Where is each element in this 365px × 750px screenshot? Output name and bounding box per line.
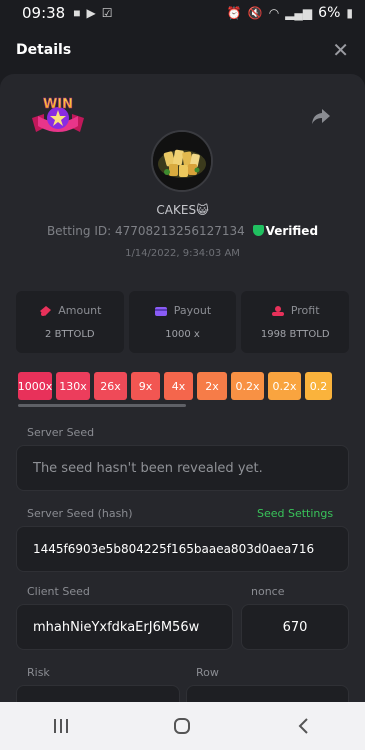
signal-icon: ▂▄▆	[285, 6, 313, 20]
back-icon	[298, 718, 308, 734]
verified-shield-icon	[252, 225, 264, 236]
risk-select[interactable]	[16, 685, 180, 702]
payout-icon	[154, 306, 167, 316]
payout-label: Payout	[173, 304, 212, 317]
multiplier-chip[interactable]: 9x	[131, 372, 160, 400]
share-icon[interactable]	[311, 108, 331, 126]
back-button[interactable]	[284, 711, 324, 741]
amount-card: Amount 2 BTTOLD	[16, 291, 124, 353]
home-icon	[174, 718, 191, 734]
profit-icon	[271, 305, 284, 316]
multiplier-chip[interactable]: 0.2	[305, 372, 332, 400]
verified-label: Verified	[265, 224, 319, 238]
multiplier-chip[interactable]: 4x	[164, 372, 193, 400]
multiplier-chip[interactable]: 26x	[94, 372, 127, 400]
betting-id-label: Betting ID:	[46, 224, 112, 238]
multiplier-scrollbar[interactable]	[18, 404, 186, 407]
username: CAKES😺	[156, 203, 209, 217]
profit-value: 1998 BTTOLD	[260, 329, 330, 340]
mute-icon: 🔇	[247, 6, 263, 20]
recent-apps-icon	[53, 719, 68, 733]
amount-value: 2 BTTOLD	[45, 329, 95, 340]
profit-label: Profit	[290, 304, 320, 317]
status-bar: 09:38 ■ ▶ ☑ ⏰ 🔇 ◠ ▂▄▆ 6% ▮	[0, 0, 365, 26]
betting-id-line: Betting ID: 4770821325612713​4 Verified	[0, 224, 365, 238]
nonce-field[interactable]: 670	[241, 604, 349, 650]
status-time: 09:38	[22, 4, 66, 22]
food-image	[153, 132, 211, 190]
server-seed-hash-field[interactable]: 1445f6903e5b804225f165baaea803d0aea716	[16, 526, 349, 572]
row-select[interactable]	[186, 685, 349, 702]
client-seed-label: Client Seed	[27, 585, 90, 598]
svg-text:WIN: WIN	[43, 97, 73, 112]
details-panel: WIN CAKES😺 Betting ID: 4770821325612713​…	[0, 74, 365, 702]
amount-label: Amount	[58, 304, 102, 317]
recent-apps-button[interactable]	[41, 711, 81, 741]
betting-id: 4770821325612713​4	[114, 224, 245, 238]
checkbox-icon: ☑	[101, 6, 113, 20]
battery-percent: 6%	[318, 5, 341, 21]
payout-card: Payout 1000 x	[128, 291, 237, 353]
server-seed-hash-label: Server Seed (hash)	[27, 507, 133, 520]
client-seed-field[interactable]: mhahNieYxfdkaErJ6M56w	[16, 604, 233, 650]
stats-row: Amount 2 BTTOLD Payout 1000 x Profit 199…	[16, 291, 350, 353]
multiplier-chip[interactable]: 130x	[56, 372, 90, 400]
notification-icon: ■	[73, 6, 81, 20]
server-seed-label: Server Seed	[27, 426, 95, 439]
multiplier-chip[interactable]: 0.2x	[268, 372, 301, 400]
row-label: Row	[196, 666, 219, 679]
wifi-icon: ◠	[268, 6, 280, 20]
multiplier-chip[interactable]: 0.2x	[231, 372, 264, 400]
home-button[interactable]	[162, 711, 202, 741]
system-nav-bar	[0, 702, 365, 750]
alarm-icon: ⏰	[226, 6, 242, 20]
close-icon[interactable]: ✕	[332, 38, 349, 63]
multiplier-chip[interactable]: 1000x	[18, 372, 52, 400]
win-logo-icon: WIN	[32, 97, 84, 132]
multiplier-chip[interactable]: 2x	[197, 372, 227, 400]
avatar	[151, 130, 213, 192]
nonce-label: nonce	[251, 585, 285, 598]
risk-label: Risk	[27, 666, 50, 679]
screenshot-icon: ▶	[86, 6, 96, 20]
server-seed-field[interactable]: The seed hasn't been revealed yet.	[16, 445, 349, 491]
multiplier-row[interactable]: 1000x 130x 26x 9x 4x 2x 0.2x 0.2x 0.2	[18, 372, 365, 400]
payout-value: 1000 x	[165, 329, 200, 340]
profit-card: Profit 1998 BTTOLD	[241, 291, 350, 353]
battery-icon: ▮	[346, 6, 353, 20]
amount-icon	[40, 305, 52, 316]
seed-settings-link[interactable]: Seed Settings	[257, 507, 333, 520]
page-title: Details	[16, 42, 72, 58]
details-header: Details ✕	[0, 26, 365, 74]
bet-datetime: 1/14/2022, 9:34:03 AM	[125, 248, 240, 259]
